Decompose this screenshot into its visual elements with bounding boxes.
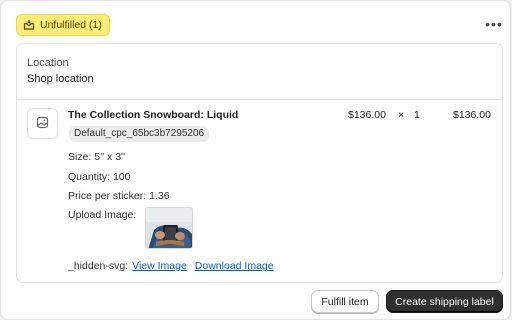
- property-upload-image-label: Upload Image:: [68, 209, 137, 221]
- sku-badge: Default_cpc_65bc3b7295206: [69, 126, 210, 142]
- location-label: Location: [27, 57, 69, 69]
- view-image-link[interactable]: View Image: [132, 260, 187, 272]
- create-shipping-label-button[interactable]: Create shipping label: [386, 290, 503, 313]
- location-value: Shop location: [27, 73, 94, 85]
- uploaded-image-preview[interactable]: [145, 207, 193, 249]
- property-price-per-sticker: Price per sticker: 1.36: [68, 190, 170, 202]
- more-horizontal-icon: •••: [485, 16, 503, 32]
- image-placeholder-icon: [36, 116, 49, 132]
- line-quantity: 1: [414, 109, 420, 121]
- property-size: Size: 5'' x 3'': [68, 151, 126, 163]
- divider: [17, 99, 502, 100]
- multiply-sign: ×: [398, 109, 405, 121]
- unit-price: $136.00: [348, 109, 386, 121]
- line-items-panel: Location Shop location The Collection Sn…: [16, 43, 503, 283]
- status-badge-label: Unfulfilled (1): [40, 19, 102, 31]
- line-total: $136.00: [453, 109, 491, 121]
- product-title-link[interactable]: The Collection Snowboard: Liquid: [68, 109, 238, 121]
- fulfill-item-button[interactable]: Fulfill item: [311, 290, 379, 313]
- property-quantity: Quantity: 100: [68, 171, 131, 183]
- more-actions-button[interactable]: •••: [485, 15, 503, 33]
- download-image-link[interactable]: Download Image: [195, 260, 274, 272]
- hidden-svg-label: _hidden-svg:: [68, 260, 129, 272]
- product-thumbnail: [27, 108, 58, 139]
- hidden-svg-row: _hidden-svg: View Image Download Image: [68, 260, 274, 272]
- fulfillment-box-icon: [23, 19, 35, 31]
- status-badge: Unfulfilled (1): [16, 14, 110, 36]
- fulfillment-card: Unfulfilled (1) ••• Location Shop locati…: [0, 0, 511, 320]
